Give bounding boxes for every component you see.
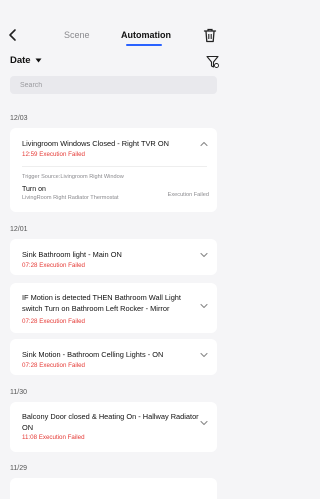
chevron-down-icon[interactable] <box>200 252 208 258</box>
automation-title: Balcony Door closed & Heating On - Hallw… <box>22 412 199 432</box>
action-label: Turn on <box>22 186 46 193</box>
date-sort-label: Date <box>10 55 31 66</box>
execution-time: 12:59 <box>22 151 38 158</box>
top-bar: Scene Automation <box>0 0 227 48</box>
chevron-down-icon[interactable] <box>200 303 208 309</box>
date-sort-dropdown[interactable]: Date <box>10 55 42 66</box>
list-item[interactable]: IF Motion is detected THEN Bathroom Wall… <box>10 283 217 333</box>
list-item[interactable]: Sink Bathroom light - Main ON 07:28 Exec… <box>10 239 217 275</box>
execution-result: Execution Failed <box>39 362 85 369</box>
execution-result: Execution Failed <box>38 434 85 441</box>
execution-time: 07:28 <box>22 262 38 269</box>
execution-result: Execution Failed <box>39 151 85 158</box>
trash-icon[interactable] <box>203 28 217 43</box>
back-arrow-icon[interactable] <box>7 28 19 42</box>
execution-result: Execution Failed <box>39 262 85 269</box>
detail-result: Execution Failed <box>167 192 209 198</box>
execution-status: 12:59 Execution Failed <box>22 151 85 158</box>
execution-time: 07:28 <box>22 362 38 369</box>
chevron-up-icon[interactable] <box>200 141 208 147</box>
device-name: LivingRoom Right Radiator Thermostat <box>22 195 119 201</box>
chevron-down-icon[interactable] <box>200 352 208 358</box>
execution-status: 07:28 Execution Failed <box>22 262 85 269</box>
automation-title: Sink Bathroom light - Main ON <box>22 250 122 259</box>
date-header: 12/03 <box>10 115 28 122</box>
date-header: 12/01 <box>10 226 28 233</box>
active-tab-indicator <box>126 44 162 46</box>
list-item[interactable]: Livingroom Windows Closed - Right TVR ON… <box>10 128 217 212</box>
tab-scene[interactable]: Scene <box>64 30 90 40</box>
automation-title: IF Motion is detected THEN Bathroom Wall… <box>22 293 181 313</box>
execution-time: 11:08 <box>22 434 38 441</box>
execution-status: 11:08 Execution Failed <box>22 434 85 441</box>
divider <box>22 166 207 167</box>
filter-icon[interactable] <box>206 55 219 69</box>
automation-title: Sink Motion - Bathroom Celling Lights - … <box>22 350 164 359</box>
tab-automation[interactable]: Automation <box>121 30 171 40</box>
automation-title: Livingroom Windows Closed - Right TVR ON <box>22 139 169 148</box>
chevron-down-icon[interactable] <box>200 420 208 426</box>
list-item[interactable]: Sink Motion - Bathroom Celling Lights - … <box>10 339 217 375</box>
execution-status: 07:28 Execution Failed <box>22 362 85 369</box>
list-item[interactable]: Balcony Door closed & Heating On - Hallw… <box>10 402 217 452</box>
caret-down-icon <box>35 58 42 63</box>
date-header: 11/30 <box>10 389 27 396</box>
execution-time: 07:28 <box>22 318 38 325</box>
list-item[interactable] <box>10 478 217 499</box>
filter-bar: Date <box>0 52 227 72</box>
date-header: 11/29 <box>10 465 27 472</box>
execution-result: Execution Failed <box>39 318 85 325</box>
trigger-source: Trigger Source:Livingroom Right Window <box>22 174 124 180</box>
search-input[interactable] <box>10 76 217 94</box>
execution-status: 07:28 Execution Failed <box>22 318 85 325</box>
